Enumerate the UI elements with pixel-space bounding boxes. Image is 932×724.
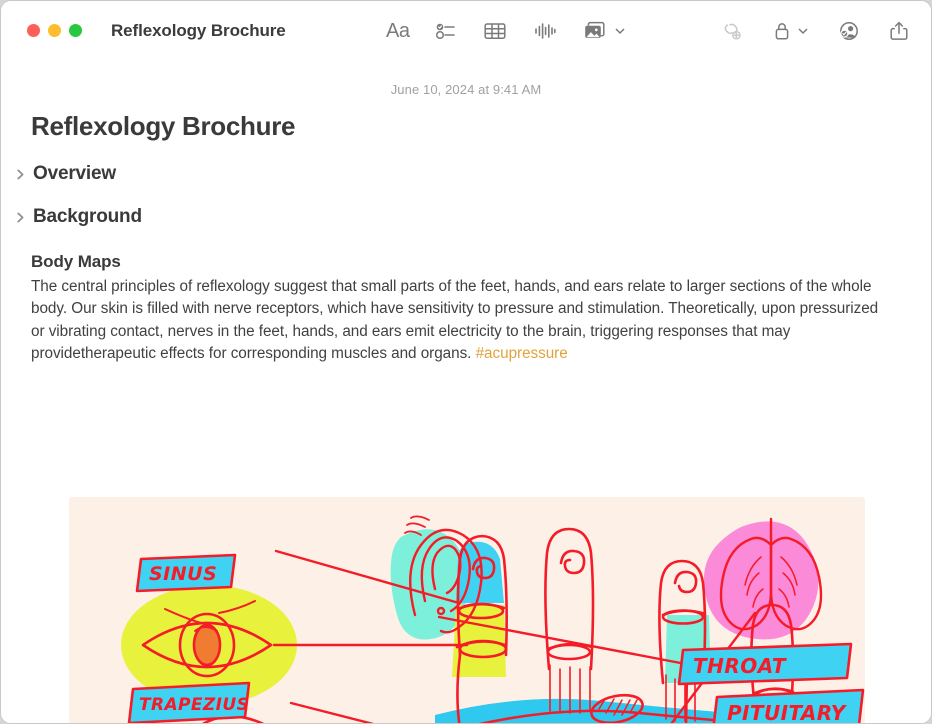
svg-text:PITUITARY: PITUITARY: [727, 701, 848, 724]
note-title: Reflexology Brochure: [31, 111, 296, 141]
audio-waveform-icon: [533, 20, 557, 42]
checklist-button[interactable]: [435, 20, 457, 42]
chevron-right-icon[interactable]: [14, 168, 27, 181]
label-throat: THROAT: [677, 642, 853, 686]
traffic-light-group: [27, 24, 82, 37]
paragraph-text: The central principles of reflexology su…: [31, 278, 879, 362]
media-button[interactable]: [583, 20, 626, 42]
note-content-area[interactable]: June 10, 2024 at 9:41 AM Reflexology Bro…: [1, 60, 931, 724]
toolbar-center-group: Aa: [386, 1, 626, 60]
note-date: June 10, 2024 at 9:41 AM: [390, 82, 542, 97]
lock-button[interactable]: [772, 20, 809, 42]
window-title: Reflexology Brochure: [111, 20, 286, 40]
share-up-icon: [889, 20, 909, 42]
chevron-right-icon[interactable]: [14, 211, 27, 224]
chevron-down-icon: [614, 25, 626, 37]
section-label: Background: [33, 206, 142, 227]
notes-window: Reflexology Brochure Aa June 10, 2024 at…: [0, 0, 932, 724]
body-maps-heading: Body Maps: [31, 252, 121, 271]
format-text-icon: Aa: [386, 19, 410, 42]
collapsed-section-background[interactable]: Background: [14, 206, 931, 228]
label-trapezius: TRAPEZIUS: [127, 681, 251, 723]
svg-text:SINUS: SINUS: [149, 563, 217, 585]
share-button[interactable]: [889, 20, 909, 42]
chevron-down-icon: [797, 25, 809, 37]
body-paragraph: The central principles of reflexology su…: [31, 276, 879, 365]
maximize-button[interactable]: [69, 24, 82, 37]
section-label: Overview: [33, 163, 116, 184]
minimize-button[interactable]: [48, 24, 61, 37]
format-text-button[interactable]: Aa: [386, 19, 410, 42]
table-icon: [483, 20, 507, 42]
link-add-icon: [720, 20, 744, 42]
svg-text:TRAPEZIUS: TRAPEZIUS: [139, 695, 249, 715]
reflexology-hands-image[interactable]: SINUS TRAPEZIUS THROAT PITUITARY: [69, 497, 865, 724]
photos-icon: [583, 20, 609, 42]
close-button[interactable]: [27, 24, 40, 37]
collapsed-section-overview[interactable]: Overview: [14, 163, 931, 185]
hashtag-acupressure[interactable]: #acupressure: [476, 345, 568, 362]
label-pituitary: PITUITARY: [712, 688, 865, 724]
table-button[interactable]: [483, 20, 507, 42]
svg-text:THROAT: THROAT: [693, 654, 787, 678]
add-link-button[interactable]: [720, 20, 744, 42]
title-bar: Reflexology Brochure Aa: [1, 1, 931, 60]
collaborate-button[interactable]: [837, 20, 861, 42]
label-sinus: SINUS: [135, 553, 237, 593]
lock-icon: [772, 20, 792, 42]
person-badge-check-icon: [837, 20, 861, 42]
checklist-icon: [435, 20, 457, 42]
toolbar-right-group: [720, 1, 909, 60]
audio-button[interactable]: [533, 20, 557, 42]
